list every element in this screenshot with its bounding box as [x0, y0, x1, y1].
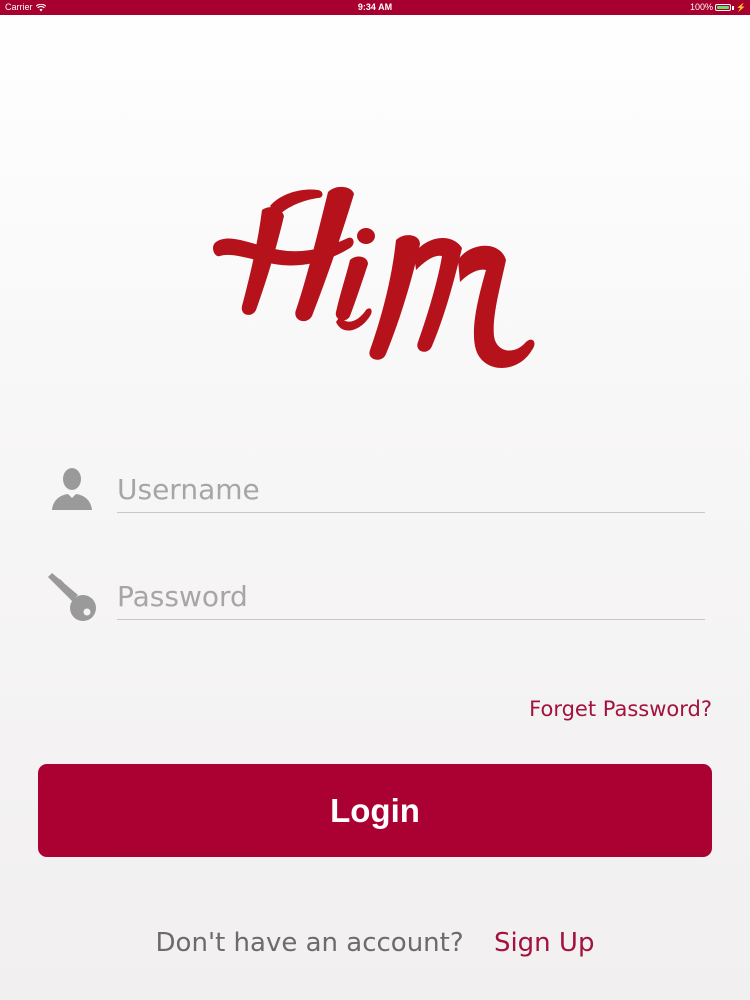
username-field-row: [44, 458, 710, 528]
no-account-prompt: Don't have an account?: [155, 928, 464, 958]
him-logo: [213, 186, 535, 368]
battery-percent: 100%: [690, 2, 714, 12]
password-field-row: [44, 565, 710, 635]
user-icon: [52, 468, 92, 510]
status-bar: Carrier 9:34 AM 100% ⚡: [0, 0, 750, 15]
clock: 9:34 AM: [357, 2, 393, 12]
signup-row: Don't have an account? Sign Up: [0, 928, 750, 958]
battery-tip: [732, 5, 735, 10]
login-button[interactable]: Login: [38, 764, 712, 857]
password-input[interactable]: [117, 573, 705, 620]
battery-indicator: 100% ⚡: [690, 0, 746, 15]
battery-fill: [717, 6, 730, 9]
battery-icon: [715, 4, 732, 11]
sign-up-link[interactable]: Sign Up: [494, 928, 595, 958]
forgot-password-link[interactable]: Forget Password?: [529, 697, 712, 721]
key-icon: [48, 573, 96, 621]
charging-bolt-icon: ⚡: [736, 3, 746, 12]
username-input[interactable]: [117, 466, 705, 513]
